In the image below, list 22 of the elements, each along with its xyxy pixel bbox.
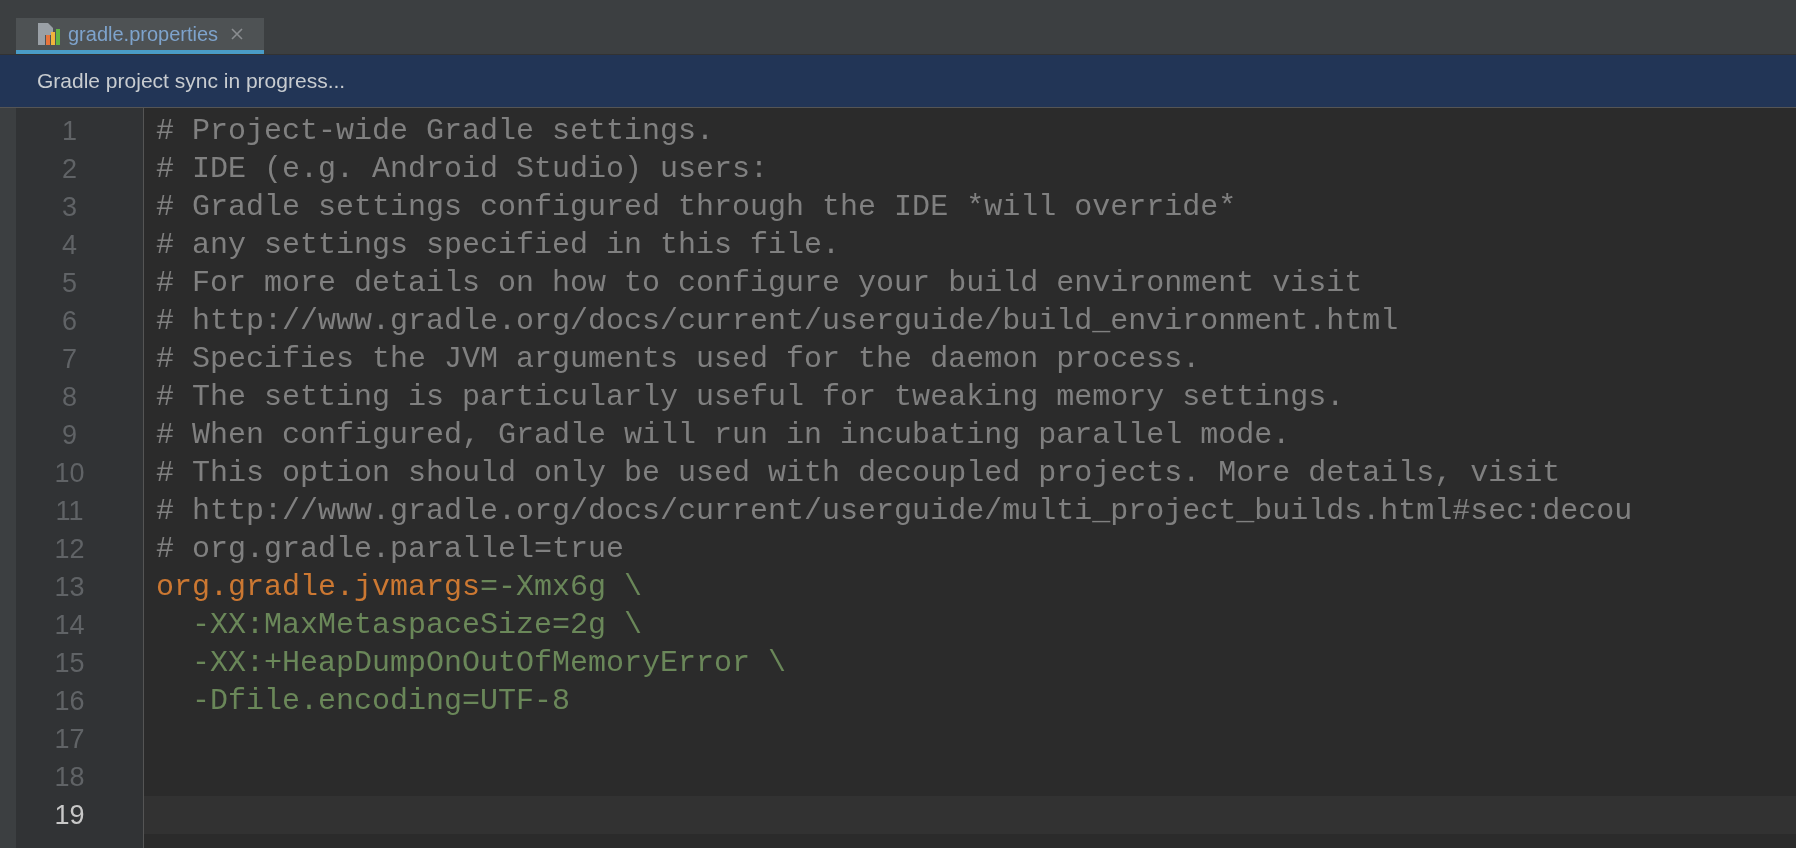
- code-line: # Project-wide Gradle settings.: [156, 112, 715, 150]
- code-line: # org.gradle.parallel=true: [156, 530, 625, 568]
- line-number: 19: [54, 798, 85, 832]
- code-line: org.gradle.jvmargs=-Xmx6g \: [156, 568, 643, 606]
- code-line: # http://www.gradle.org/docs/current/userguide/multi_project_builds.html#sec:decou: [156, 492, 1633, 530]
- code-line: # IDE (e.g. Android Studio) users:: [156, 150, 769, 188]
- code-line: -XX:+HeapDumpOnOutOfMemoryError \: [191, 644, 787, 682]
- code-line: # Gradle settings configured through the IDE *will override*: [156, 188, 1237, 226]
- banner-text: Gradle project sync in progress...: [37, 68, 346, 95]
- code-line: # For more details on how to configure your build environment visit: [156, 264, 1363, 302]
- code-line: # The setting is particularly useful for tweaking memory settings.: [156, 378, 1345, 416]
- code-line: # http://www.gradle.org/docs/current/userguide/build_environment.html: [156, 302, 1399, 340]
- tab-label: gradle.properties: [68, 22, 219, 47]
- close-icon[interactable]: [230, 27, 245, 41]
- properties-file-icon: [36, 21, 60, 47]
- editor-tab[interactable]: gradle.properties: [16, 18, 265, 54]
- code-line: # When configured, Gradle will run in incubating parallel mode.: [156, 416, 1291, 454]
- code-line: # This option should only be used with decoupled projects. More details, visit: [156, 454, 1561, 492]
- code-line: -XX:MaxMetaspaceSize=2g \: [191, 606, 643, 644]
- code-line: # Specifies the JVM arguments used for the daemon process.: [156, 340, 1201, 378]
- code-line: -Dfile.encoding=UTF-8: [191, 682, 571, 720]
- code-line: # any settings specified in this file.: [156, 226, 841, 264]
